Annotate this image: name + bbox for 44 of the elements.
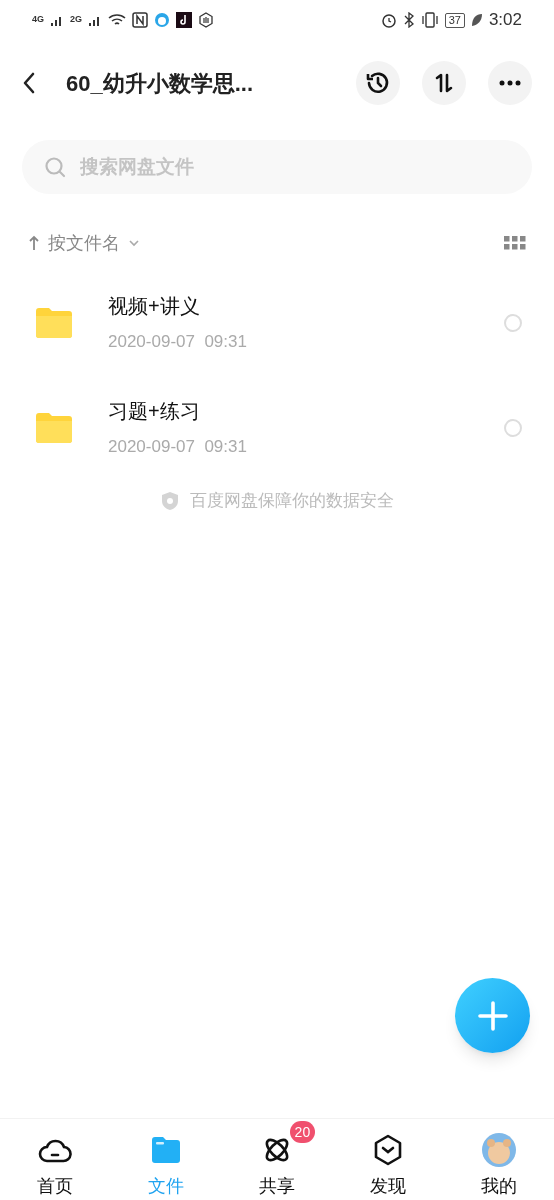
sort-dropdown[interactable]: 按文件名: [28, 229, 140, 257]
more-button[interactable]: [488, 61, 532, 105]
clock: 3:02: [488, 9, 522, 32]
grid-view-icon[interactable]: [504, 236, 526, 250]
app-icon: [154, 12, 171, 28]
battery-indicator: 37: [444, 12, 465, 28]
modified-date: 2020-09-07 09:31: [108, 330, 248, 353]
select-radio[interactable]: [504, 313, 522, 332]
network-label: 2G: [70, 13, 83, 27]
folder-row[interactable]: 习题+练习 2020-09-07 09:31: [0, 375, 554, 480]
folder-row[interactable]: 视频+讲义 2020-09-07 09:31: [0, 270, 554, 375]
bluetooth-icon: [402, 12, 415, 28]
leaf-icon: [470, 13, 483, 27]
avatar-icon: [481, 1133, 516, 1167]
tab-item[interactable]: 首页: [29, 1133, 82, 1200]
folder-name: 习题+练习: [108, 398, 201, 424]
history-icon: [365, 70, 391, 96]
tab-item[interactable]: 发现: [361, 1133, 414, 1200]
folder-icon: [36, 307, 72, 338]
folder-name: 视频+讲义: [108, 293, 201, 319]
sort-button[interactable]: [422, 61, 466, 105]
vibrate-icon: [420, 12, 439, 28]
count-badge: 20: [289, 1121, 316, 1143]
search-icon: [44, 156, 66, 178]
page-title: 60_幼升小数学思...: [66, 69, 255, 98]
hexagon-icon: [372, 1134, 403, 1166]
select-radio[interactable]: [504, 418, 522, 437]
folder-icon: [36, 412, 72, 443]
shield-icon: [160, 490, 180, 511]
app-icon: [176, 12, 193, 28]
history-button[interactable]: [356, 61, 400, 105]
back-icon: [22, 72, 36, 94]
folder-icon: [150, 1136, 183, 1164]
tab-item[interactable]: 我的: [472, 1133, 525, 1200]
alarm-icon: [380, 12, 397, 28]
nfc-icon: [132, 12, 149, 28]
chevron-down-icon: [128, 239, 140, 247]
modified-date: 2020-09-07 09:31: [108, 435, 248, 458]
more-icon: [499, 80, 521, 86]
network-label: 4G: [32, 13, 44, 27]
wifi-icon: [108, 13, 127, 27]
security-note: 百度网盘保障你的数据安全: [190, 490, 394, 512]
plus-icon: [477, 1000, 508, 1031]
arrow-up-icon: [28, 235, 40, 251]
